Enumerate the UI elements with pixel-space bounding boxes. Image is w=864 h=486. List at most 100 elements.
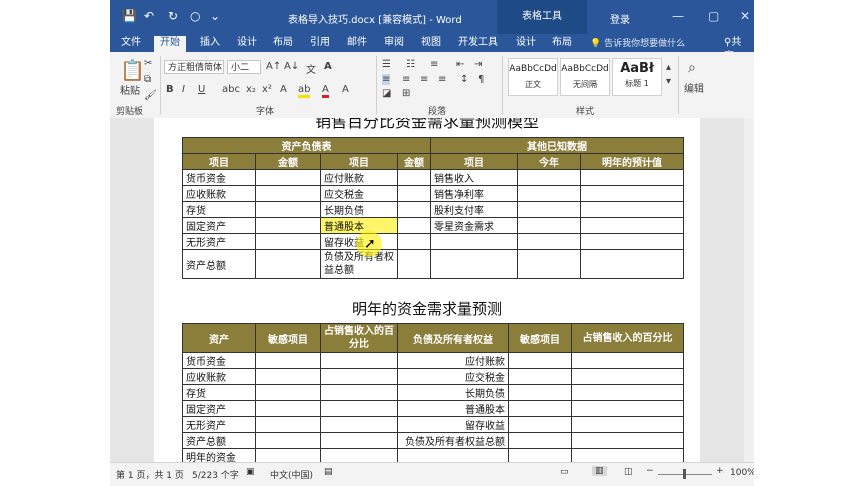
table-cell[interactable] <box>255 185 321 202</box>
table-cell[interactable]: 销售收入 <box>430 169 518 186</box>
save-icon[interactable]: 💾 <box>122 9 137 23</box>
table-cell[interactable]: 固定资产 <box>182 217 256 234</box>
italic-icon[interactable]: I <box>182 84 185 95</box>
table-cell[interactable] <box>397 201 431 218</box>
word-count[interactable]: 5/223 个字 <box>192 468 239 481</box>
font-name-select[interactable]: 方正粗倩简体 <box>164 60 224 74</box>
table-cell[interactable] <box>255 217 321 234</box>
table-cell[interactable] <box>517 233 581 250</box>
font-size-select[interactable]: 小二 <box>227 60 261 74</box>
tab-review[interactable]: 审阅 <box>378 36 410 52</box>
table-cell[interactable] <box>517 169 581 186</box>
align-center-icon[interactable]: ≡ <box>382 74 391 85</box>
show-marks-icon[interactable]: ¶ <box>478 74 484 85</box>
tab-insert[interactable]: 插入 <box>194 36 226 52</box>
minimize-icon[interactable]: — <box>672 9 684 23</box>
table-cell[interactable] <box>430 233 518 250</box>
table-forecast[interactable]: 资产 敏感项目 占销售收入的百分比 负债及所有者权益 敏感项目 占销售收入的百分… <box>182 323 684 462</box>
table-cell[interactable]: 资产总额 <box>182 249 256 279</box>
table-cell[interactable]: 普通股本 <box>320 217 398 234</box>
table-cell[interactable] <box>517 185 581 202</box>
styles-scroll-down-icon[interactable]: ▾ <box>666 76 671 87</box>
table-cell[interactable] <box>517 217 581 234</box>
table-cell[interactable] <box>430 249 518 279</box>
table-cell[interactable]: 无形资产 <box>182 416 256 433</box>
table-cell[interactable] <box>508 352 572 369</box>
text-effects-icon[interactable]: A <box>280 84 287 95</box>
char-border-icon[interactable]: A <box>324 61 332 72</box>
table-cell[interactable] <box>508 400 572 417</box>
table-cell[interactable] <box>580 233 684 250</box>
table-cell[interactable]: 应交税金 <box>397 368 509 385</box>
read-mode-icon[interactable]: ▭ <box>560 467 569 477</box>
table-cell[interactable]: 长期负债 <box>397 384 509 401</box>
login-link[interactable]: 登录 <box>610 11 630 26</box>
increase-indent-icon[interactable]: ⇥ <box>474 59 482 70</box>
sort-icon[interactable]: ↕ <box>460 74 468 85</box>
table-cell[interactable] <box>320 368 398 385</box>
format-painter-icon[interactable]: 🖌 <box>144 90 157 101</box>
table-cell[interactable] <box>397 249 431 279</box>
table-cell[interactable] <box>517 201 581 218</box>
table-cell[interactable]: 无形资产 <box>182 233 256 250</box>
table-cell[interactable] <box>320 384 398 401</box>
style-no-spacing[interactable]: AaBbCcDd 无间隔 <box>560 58 610 96</box>
tab-mailings[interactable]: 邮件 <box>341 36 373 52</box>
tell-me-search[interactable]: 💡 告诉我你想要做什么 <box>590 36 685 49</box>
table-cell[interactable]: 货币资金 <box>182 169 256 186</box>
table-cell[interactable] <box>255 448 321 462</box>
table-cell[interactable] <box>255 169 321 186</box>
table-cell[interactable]: 长期负债 <box>320 201 398 218</box>
table-cell[interactable] <box>397 448 509 462</box>
table-cell[interactable]: 应付账款 <box>320 169 398 186</box>
decrease-indent-icon[interactable]: ⇤ <box>456 59 464 70</box>
underline-icon[interactable]: U <box>198 84 205 95</box>
table-cell[interactable] <box>397 217 431 234</box>
table-cell[interactable] <box>571 368 684 385</box>
table-cell[interactable] <box>397 233 431 250</box>
share-button[interactable]: ⚲共享 <box>718 36 754 62</box>
table-cell[interactable] <box>580 249 684 279</box>
table-cell[interactable] <box>255 416 321 433</box>
tab-file[interactable]: 文件 <box>115 36 147 52</box>
close-icon[interactable]: ✕ <box>740 9 750 23</box>
paste-label[interactable]: 粘贴 <box>120 82 140 97</box>
table-cell[interactable]: 零星资金需求 <box>430 217 518 234</box>
table-cell[interactable] <box>571 384 684 401</box>
table-cell[interactable] <box>517 249 581 279</box>
tab-design[interactable]: 设计 <box>231 36 263 52</box>
page-count[interactable]: 第 1 页，共 1 页 <box>116 468 184 481</box>
table-cell[interactable]: 负债及所有者权益总额 <box>320 249 398 279</box>
subscript-icon[interactable]: x₂ <box>246 84 256 95</box>
redo-icon[interactable]: ↻ <box>168 9 178 23</box>
vertical-scrollbar[interactable] <box>744 118 754 462</box>
tab-home[interactable]: 开始 <box>154 36 186 52</box>
proofing-icon[interactable]: ▣ <box>246 467 255 477</box>
char-shading-icon[interactable]: A <box>342 84 349 95</box>
bold-icon[interactable]: B <box>166 84 174 95</box>
table-cell[interactable] <box>255 368 321 385</box>
customize-qat-icon[interactable]: ⌄ <box>210 9 220 23</box>
shading-icon[interactable]: ◪ <box>382 88 391 99</box>
table-cell[interactable]: 存货 <box>182 384 256 401</box>
undo-icon[interactable]: ↶ <box>144 9 154 23</box>
web-layout-icon[interactable]: ◫ <box>624 467 633 477</box>
table-cell[interactable] <box>508 416 572 433</box>
superscript-icon[interactable]: x² <box>262 84 272 95</box>
paste-icon[interactable]: 📋 <box>120 58 145 82</box>
justify-icon[interactable]: ≡ <box>420 74 428 85</box>
table-cell[interactable] <box>508 448 572 462</box>
table-cell[interactable] <box>255 233 321 250</box>
cut-icon[interactable]: ✂ <box>144 58 152 69</box>
table-cell[interactable] <box>255 432 321 449</box>
table-cell[interactable]: 货币资金 <box>182 352 256 369</box>
tab-references[interactable]: 引用 <box>304 36 336 52</box>
phonetic-icon[interactable]: 文 <box>306 61 316 76</box>
table-cell[interactable]: 销售净利率 <box>430 185 518 202</box>
tab-table-design[interactable]: 设计 <box>510 36 542 52</box>
zoom-in-icon[interactable]: + <box>716 466 724 476</box>
zoom-slider-thumb[interactable] <box>683 469 686 479</box>
copy-icon[interactable]: ⧉ <box>144 74 151 85</box>
table-cell[interactable]: 负债及所有者权益总额 <box>397 432 509 449</box>
table-cell[interactable]: 应收账款 <box>182 368 256 385</box>
